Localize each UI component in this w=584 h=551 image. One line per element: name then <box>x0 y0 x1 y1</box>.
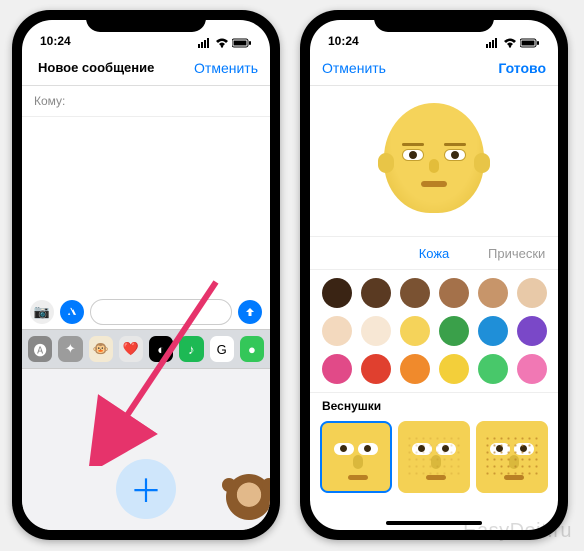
editor-header: Отменить Готово <box>310 50 558 86</box>
tab-hair[interactable]: Прически <box>475 237 558 269</box>
skin-swatches <box>310 270 558 392</box>
skin-swatch-3[interactable] <box>439 278 469 308</box>
screen-left: 10:24 Новое сообщение Отменить Кому: 📷 <box>22 20 270 530</box>
freckles-light[interactable] <box>398 421 470 493</box>
status-time: 10:24 <box>40 34 80 48</box>
skin-swatch-16[interactable] <box>478 354 508 384</box>
phone-right: 10:24 Отменить Готово <box>300 10 568 540</box>
freckles-none[interactable] <box>320 421 392 493</box>
cancel-button[interactable]: Отменить <box>194 60 258 76</box>
skin-swatch-5[interactable] <box>517 278 547 308</box>
battery-icon <box>520 38 540 48</box>
memoji-head <box>380 101 488 221</box>
skin-swatch-8[interactable] <box>400 316 430 346</box>
message-body <box>22 117 270 295</box>
notch <box>86 10 206 32</box>
skin-swatch-17[interactable] <box>517 354 547 384</box>
skin-swatch-12[interactable] <box>322 354 352 384</box>
tab-skin[interactable]: Кожа <box>393 237 476 269</box>
skin-swatch-4[interactable] <box>478 278 508 308</box>
misc-app-icon[interactable]: ● <box>240 336 264 362</box>
skin-swatch-2[interactable] <box>400 278 430 308</box>
animoji-app-icon[interactable]: 🐵 <box>89 336 113 362</box>
skin-swatch-13[interactable] <box>361 354 391 384</box>
google-app-icon[interactable]: G <box>210 336 234 362</box>
new-message-header: Новое сообщение Отменить <box>22 50 270 86</box>
skin-swatch-1[interactable] <box>361 278 391 308</box>
header-title: Новое сообщение <box>34 60 194 75</box>
signal-icon <box>486 38 500 48</box>
send-icon[interactable] <box>238 300 262 324</box>
notch <box>374 10 494 32</box>
wifi-icon <box>503 38 517 48</box>
phone-left: 10:24 Новое сообщение Отменить Кому: 📷 <box>12 10 280 540</box>
memoji-drawer: ＋ Новый Memoji <box>22 369 270 530</box>
skin-swatch-14[interactable] <box>400 354 430 384</box>
to-field[interactable]: Кому: <box>22 86 270 117</box>
memoji-preview <box>310 86 558 236</box>
skin-swatch-10[interactable] <box>478 316 508 346</box>
freckles-label: Веснушки <box>310 392 558 417</box>
screen-right: 10:24 Отменить Готово <box>310 20 558 530</box>
tab-prev[interactable] <box>310 237 393 269</box>
appstore-icon[interactable] <box>60 300 84 324</box>
camera-icon[interactable]: 📷 <box>30 300 54 324</box>
skin-swatch-11[interactable] <box>517 316 547 346</box>
hearts-app-icon[interactable]: ❤️ <box>119 336 143 362</box>
app-strip: 🅐 ✦ 🐵 ❤️ ◐ ♪ G ● <box>22 329 270 369</box>
skin-swatch-6[interactable] <box>322 316 352 346</box>
skin-swatch-7[interactable] <box>361 316 391 346</box>
message-input[interactable] <box>90 299 232 325</box>
status-time: 10:24 <box>328 34 368 48</box>
status-icons <box>198 38 252 48</box>
skin-swatch-15[interactable] <box>439 354 469 384</box>
to-label: Кому: <box>34 94 65 108</box>
add-memoji-button[interactable]: ＋ <box>116 459 176 519</box>
freckles-options <box>310 417 558 493</box>
music-app-icon[interactable]: ♪ <box>179 336 203 362</box>
done-button[interactable]: Готово <box>498 60 546 76</box>
editor-tabs: Кожа Прически <box>310 236 558 270</box>
battery-icon <box>232 38 252 48</box>
signal-icon <box>198 38 212 48</box>
monkey-animoji[interactable] <box>226 474 270 520</box>
photos-app-icon[interactable]: ✦ <box>58 336 82 362</box>
home-indicator[interactable] <box>386 521 482 525</box>
cancel-button[interactable]: Отменить <box>322 60 386 76</box>
input-row: 📷 <box>22 295 270 329</box>
digitaltouch-app-icon[interactable]: ◐ <box>149 336 173 362</box>
freckles-heavy[interactable] <box>476 421 548 493</box>
skin-swatch-9[interactable] <box>439 316 469 346</box>
store-app-icon[interactable]: 🅐 <box>28 336 52 362</box>
status-icons <box>486 38 540 48</box>
skin-swatch-0[interactable] <box>322 278 352 308</box>
wifi-icon <box>215 38 229 48</box>
